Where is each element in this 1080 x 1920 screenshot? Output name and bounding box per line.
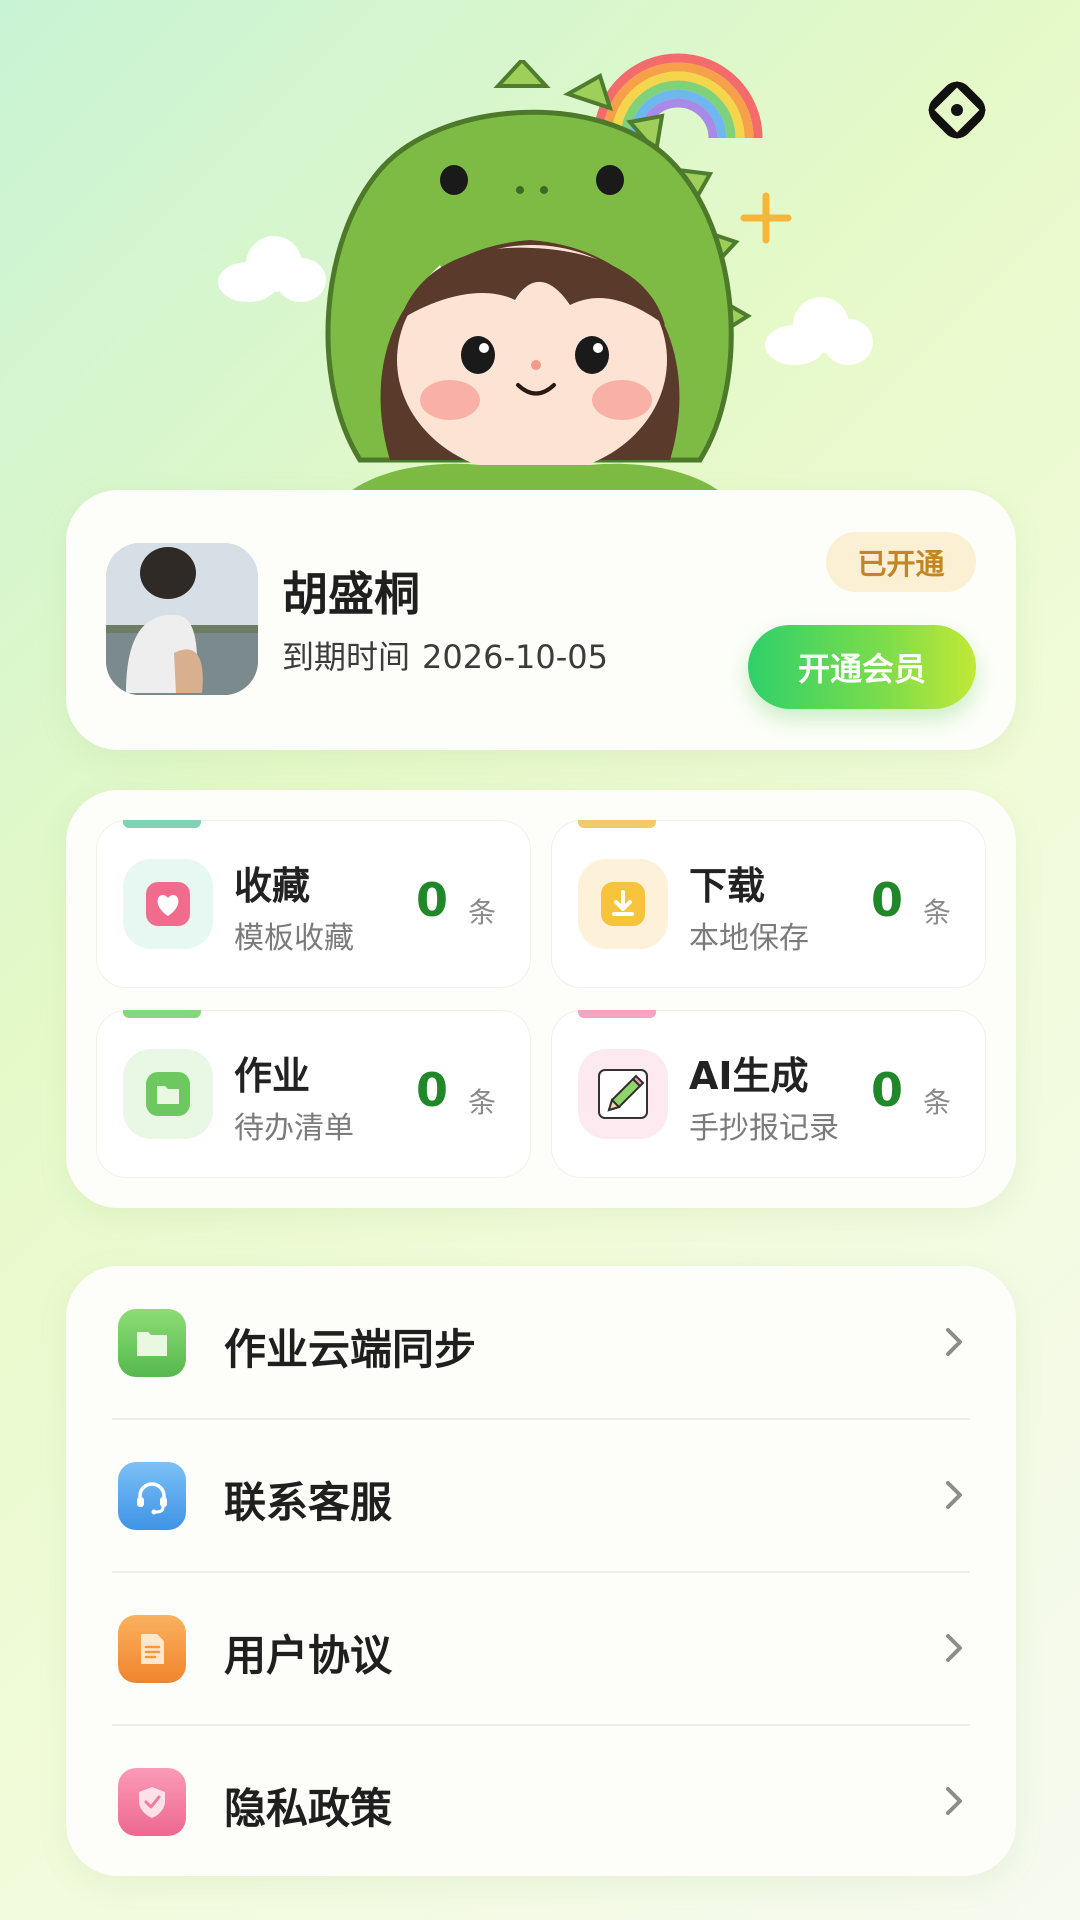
stat-unit: 条: [922, 896, 951, 929]
settings-icon: [928, 81, 986, 139]
expiry-date: 2026-10-05: [422, 638, 608, 676]
stat-title: 作业: [234, 1054, 311, 1098]
stat-count: 0: [415, 1063, 448, 1117]
stat-unit: 条: [467, 1086, 496, 1119]
menu-item-privacy-policy[interactable]: 隐私政策: [66, 1725, 1016, 1877]
menu-item-label: 隐私政策: [224, 1784, 393, 1833]
menu-item-label: 联系客服: [224, 1478, 393, 1527]
avatar[interactable]: [106, 543, 258, 695]
stats-card: 收藏 模板收藏 0 条 下载 本地保存 0 条 作业 待办清单 0 条 AI生成…: [66, 790, 1016, 1208]
header-illustration: [0, 0, 1080, 500]
status-badge: 已开通: [826, 532, 976, 592]
stat-ai-generated[interactable]: AI生成 手抄报记录 0 条: [551, 1010, 986, 1178]
menu-item-cloud-sync[interactable]: 作业云端同步: [66, 1266, 1016, 1418]
chevron-right-icon: [946, 1481, 962, 1509]
settings-menu: 作业云端同步 联系客服 用户协议 隐私政策: [66, 1266, 1016, 1876]
mascot-illustration: [325, 60, 752, 500]
shield-icon: [118, 1768, 186, 1836]
stat-subtitle: 待办清单: [234, 1111, 354, 1146]
pencil-icon: [578, 1049, 668, 1139]
expiry-label: 到期时间: [282, 638, 411, 676]
folder-icon: [123, 1049, 213, 1139]
stat-subtitle: 模板收藏: [234, 921, 354, 956]
stat-count: 0: [870, 1063, 903, 1117]
chevron-right-icon: [946, 1787, 962, 1815]
avatar-photo: [106, 543, 258, 695]
stat-subtitle: 本地保存: [689, 921, 809, 956]
folder-icon: [118, 1309, 186, 1377]
menu-item-label: 作业云端同步: [224, 1325, 477, 1374]
stat-subtitle: 手抄报记录: [689, 1111, 839, 1146]
menu-item-customer-service[interactable]: 联系客服: [66, 1419, 1016, 1571]
document-icon: [118, 1615, 186, 1683]
stat-title: 下载: [689, 864, 766, 908]
stat-favorites[interactable]: 收藏 模板收藏 0 条: [96, 820, 531, 988]
membership-expiry: 到期时间 2026-10-05: [282, 632, 608, 678]
cloud-right: [765, 295, 875, 365]
menu-item-label: 用户协议: [224, 1631, 393, 1680]
stat-title: AI生成: [689, 1054, 809, 1098]
stat-count: 0: [870, 873, 903, 927]
chevron-right-icon: [946, 1328, 962, 1356]
user-name: 胡盛桐: [282, 567, 420, 621]
heart-icon: [123, 859, 213, 949]
profile-card: 胡盛桐 到期时间 2026-10-05 已开通 开通会员: [66, 490, 1016, 750]
stat-unit: 条: [467, 896, 496, 929]
download-icon: [578, 859, 668, 949]
menu-item-user-agreement[interactable]: 用户协议: [66, 1572, 1016, 1724]
stat-unit: 条: [922, 1086, 951, 1119]
stat-title: 收藏: [234, 864, 311, 908]
stat-homework[interactable]: 作业 待办清单 0 条: [96, 1010, 531, 1178]
headset-icon: [118, 1462, 186, 1530]
chevron-right-icon: [946, 1634, 962, 1662]
stat-downloads[interactable]: 下载 本地保存 0 条: [551, 820, 986, 988]
open-vip-button[interactable]: 开通会员: [748, 625, 976, 709]
settings-button[interactable]: [925, 78, 989, 142]
stat-count: 0: [415, 873, 448, 927]
